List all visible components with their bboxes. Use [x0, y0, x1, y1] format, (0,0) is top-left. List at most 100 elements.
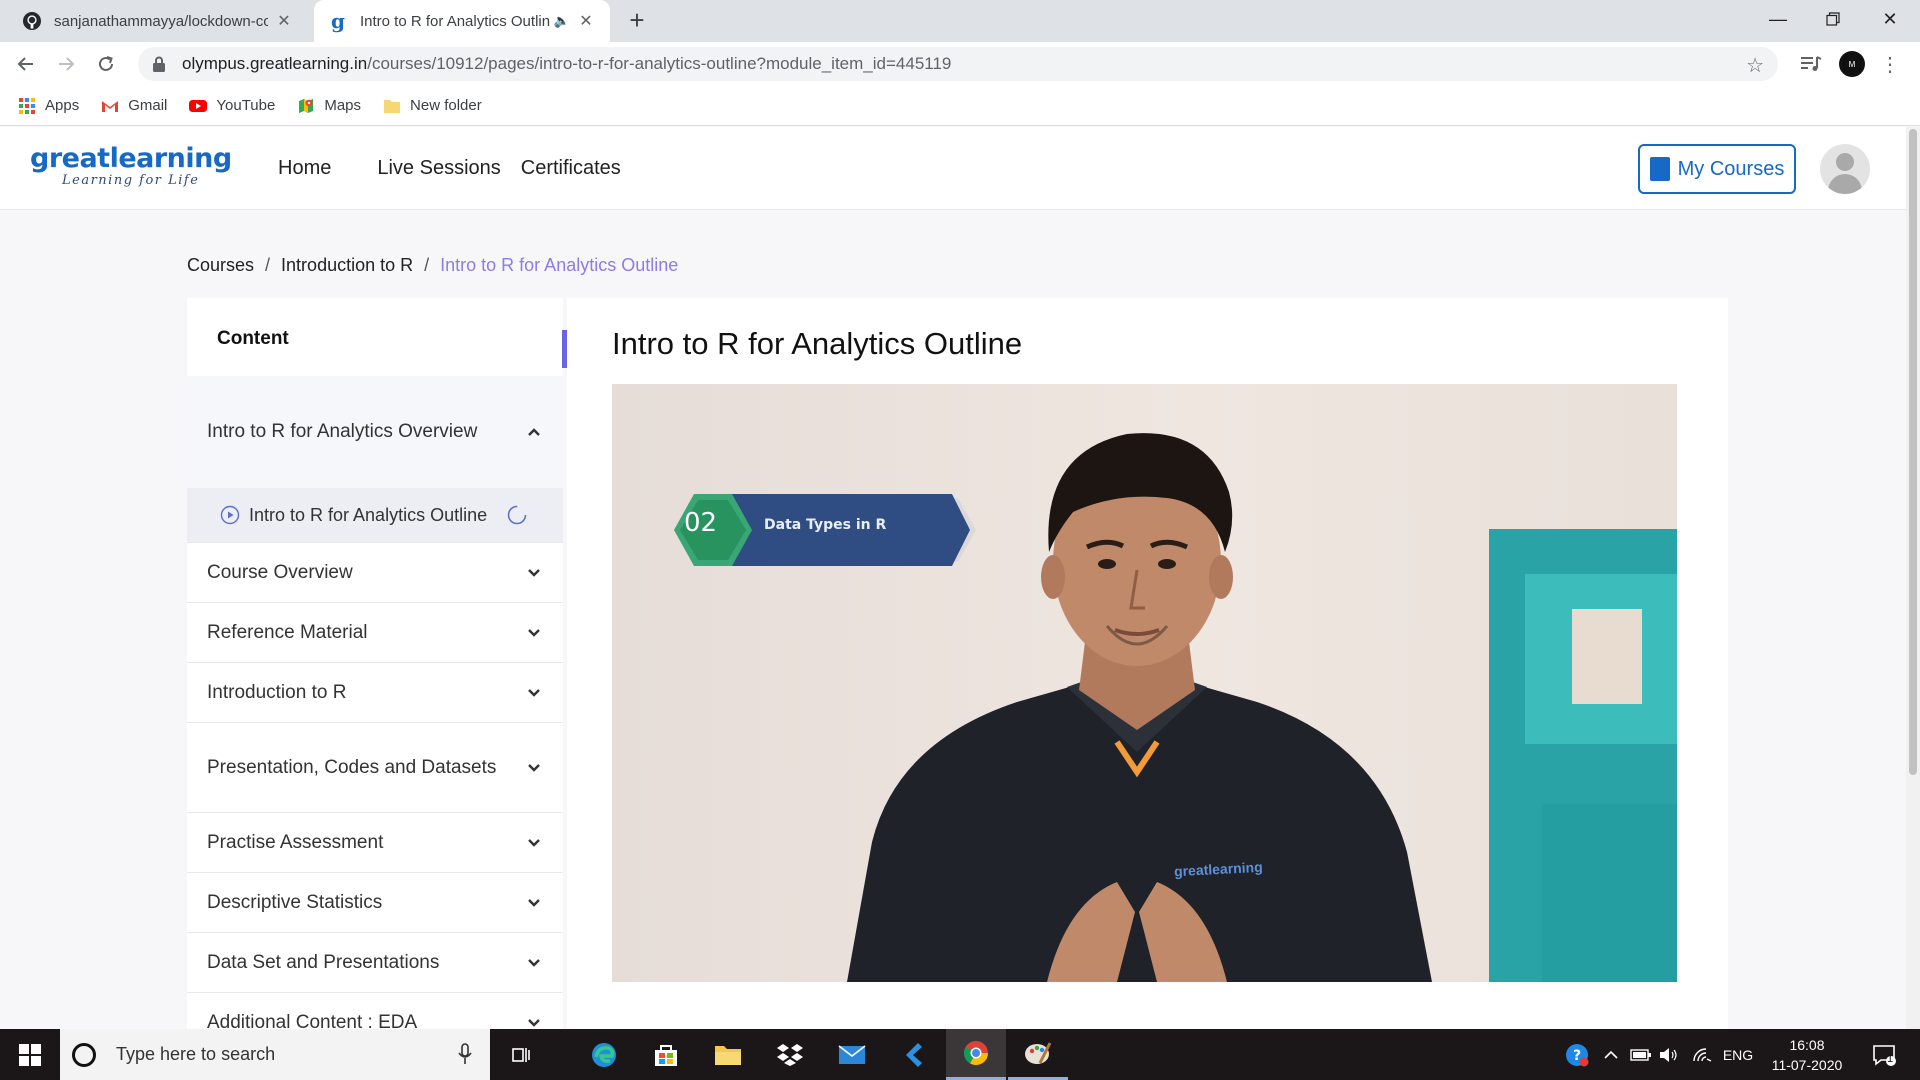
play-circle-icon: [220, 505, 240, 525]
chapter-badge: 02 Data Types in R: [672, 490, 992, 570]
section-title: Presentation, Codes and Datasets: [207, 756, 497, 778]
microsoft-store-icon[interactable]: [636, 1029, 696, 1080]
browser-tab-greatlearning[interactable]: g Intro to R for Analytics Outlin 🔈 ✕: [314, 0, 610, 42]
bookmark-label: Maps: [324, 97, 362, 114]
wifi-icon[interactable]: [1688, 1029, 1716, 1080]
chevron-down-icon: [528, 763, 540, 772]
battery-icon[interactable]: [1628, 1029, 1654, 1080]
sidebar-section[interactable]: Additional Content : EDA: [187, 992, 563, 1029]
system-clock[interactable]: 16:08 11-07-2020: [1762, 1035, 1852, 1075]
close-tab-icon[interactable]: ✕: [576, 11, 596, 31]
notification-center-icon[interactable]: 1: [1864, 1029, 1904, 1080]
chrome-icon[interactable]: [946, 1029, 1006, 1080]
minimize-icon[interactable]: —: [1748, 0, 1808, 38]
volume-icon[interactable]: [1656, 1029, 1682, 1080]
bookmark-apps[interactable]: Apps: [18, 97, 79, 115]
forward-arrow-icon[interactable]: [52, 50, 80, 78]
sidebar-item-label: Intro to R for Analytics Outline: [249, 504, 488, 525]
breadcrumb: Courses / Introduction to R / Intro to R…: [187, 255, 678, 276]
breadcrumb-courses[interactable]: Courses: [187, 255, 254, 276]
avatar-head-shape: [1836, 153, 1854, 171]
my-courses-label: My Courses: [1677, 157, 1785, 180]
media-control-icon[interactable]: [1797, 50, 1825, 78]
taskbar-search-box[interactable]: Type here to search: [60, 1029, 490, 1080]
sidebar-item-current[interactable]: Intro to R for Analytics Outline: [187, 488, 563, 542]
my-courses-button[interactable]: My Courses: [1638, 144, 1796, 194]
breadcrumb-current: Intro to R for Analytics Outline: [440, 255, 679, 275]
book-icon: [1649, 157, 1670, 181]
bookmark-new-folder[interactable]: New folder: [383, 97, 482, 115]
language-indicator[interactable]: ENG: [1720, 1029, 1756, 1080]
section-title: Course Overview: [207, 561, 353, 583]
restore-icon[interactable]: [1803, 0, 1863, 38]
clock-date: 11-07-2020: [1771, 1057, 1843, 1073]
url-path: /courses/10912/pages/intro-to-r-for-anal…: [367, 54, 952, 73]
close-window-icon[interactable]: ✕: [1860, 0, 1920, 38]
chevron-down-icon: [528, 628, 540, 637]
sidebar-section[interactable]: Reference Material: [187, 602, 563, 662]
page-title: Intro to R for Analytics Outline: [612, 326, 1023, 361]
section-title: Introduction to R: [207, 681, 347, 703]
profile-initials: M: [1839, 51, 1865, 77]
dropbox-icon[interactable]: [760, 1029, 820, 1080]
bookmark-gmail[interactable]: Gmail: [101, 97, 167, 115]
browser-tab-github[interactable]: sanjanathammayya/lockdown-co ✕: [8, 0, 308, 42]
new-tab-button[interactable]: +: [622, 6, 652, 36]
edge-icon[interactable]: [574, 1029, 634, 1080]
sidebar-section[interactable]: Presentation, Codes and Datasets: [187, 722, 563, 812]
user-avatar[interactable]: [1820, 144, 1870, 194]
sidebar-section-open[interactable]: Intro to R for Analytics Overview: [187, 376, 563, 488]
paint-app-icon[interactable]: [1008, 1029, 1068, 1080]
main-content: Intro to R for Analytics Outline greatle…: [567, 298, 1728, 1029]
breadcrumb-introduction-to-r[interactable]: Introduction to R: [281, 255, 413, 276]
tab-title: sanjanathammayya/lockdown-co: [54, 12, 268, 30]
address-bar[interactable]: olympus.greatlearning.in/courses/10912/p…: [138, 47, 1778, 81]
sidebar-section[interactable]: Practise Assessment: [187, 812, 563, 872]
sidebar-section[interactable]: Descriptive Statistics: [187, 872, 563, 932]
page-scrollbar[interactable]: [1906, 127, 1920, 1029]
notification-count: 1: [1887, 1053, 1894, 1065]
bookmark-label: New folder: [410, 97, 482, 114]
nav-home[interactable]: Home: [278, 157, 331, 180]
avatar-body-shape: [1828, 174, 1862, 194]
section-title: Intro to R for Analytics Overview: [207, 421, 478, 442]
greatlearning-logo[interactable]: greatlearning Learning for Life: [30, 145, 232, 189]
close-tab-icon[interactable]: ✕: [274, 11, 294, 31]
reload-icon[interactable]: [92, 50, 120, 78]
chapter-number: 02: [684, 508, 718, 538]
section-title: Reference Material: [207, 621, 368, 643]
chevron-down-icon: [528, 958, 540, 967]
chapter-title: Data Types in R: [764, 517, 887, 533]
github-icon: [22, 11, 42, 31]
sidebar-section[interactable]: Data Set and Presentations: [187, 932, 563, 992]
clock-time: 16:08: [1789, 1037, 1825, 1053]
bookmark-youtube[interactable]: YouTube: [189, 97, 275, 115]
section-title: Practise Assessment: [207, 831, 384, 853]
file-explorer-icon[interactable]: [698, 1029, 758, 1080]
chevron-down-icon: [528, 1018, 540, 1027]
nav-live-sessions[interactable]: Live Sessions: [377, 157, 500, 180]
windows-start-button[interactable]: [0, 1029, 60, 1080]
video-player[interactable]: greatlearning 02 Data Types in R: [612, 384, 1677, 982]
background-decor: [1542, 804, 1677, 982]
vscode-icon[interactable]: [884, 1029, 944, 1080]
youtube-icon: [189, 97, 208, 115]
mail-icon[interactable]: [822, 1029, 882, 1080]
sidebar-section[interactable]: Course Overview: [187, 542, 563, 602]
back-arrow-icon[interactable]: [12, 50, 40, 78]
bookmark-star-icon[interactable]: ☆: [1746, 53, 1764, 78]
tab-title: Intro to R for Analytics Outlin: [360, 12, 550, 30]
help-icon[interactable]: ?: [1562, 1029, 1592, 1080]
sidebar-section[interactable]: Introduction to R: [187, 662, 563, 722]
url-text: olympus.greatlearning.in/courses/10912/p…: [182, 54, 951, 74]
chrome-menu-icon[interactable]: ⋮: [1876, 50, 1904, 78]
scrollbar-thumb[interactable]: [1909, 129, 1917, 775]
bookmark-maps[interactable]: Maps: [297, 97, 361, 115]
section-title: Data Set and Presentations: [207, 951, 440, 973]
microphone-icon[interactable]: [458, 1043, 472, 1065]
chevron-up-icon[interactable]: [1598, 1029, 1624, 1080]
task-view-icon[interactable]: [490, 1029, 550, 1080]
audio-playing-icon[interactable]: 🔈: [554, 13, 570, 29]
nav-certificates[interactable]: Certificates: [521, 157, 621, 180]
profile-avatar[interactable]: M: [1838, 50, 1866, 78]
